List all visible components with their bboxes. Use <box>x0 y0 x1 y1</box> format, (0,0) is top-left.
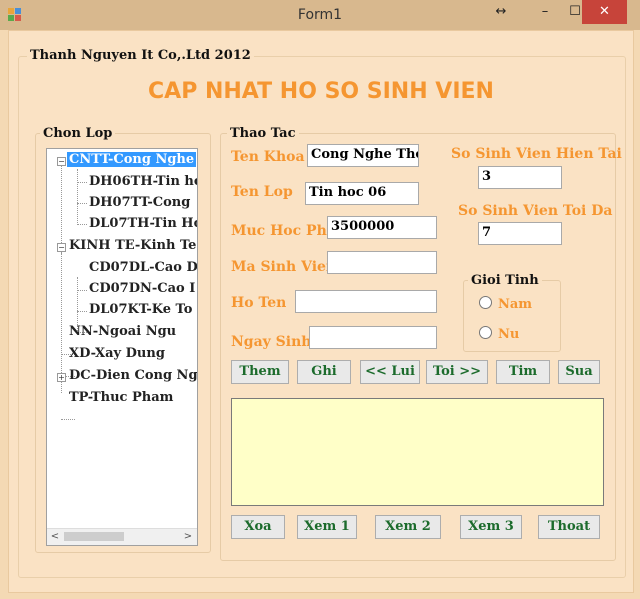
tree-node-cntt[interactable]: CNTT-Cong Nghe <box>67 152 197 167</box>
so-sinh-vien-hien-tai-label: So Sinh Vien Hien Tai <box>451 146 622 162</box>
ten-lop-label: Ten Lop <box>231 184 293 200</box>
ma-sinh-vien-field[interactable] <box>327 251 437 274</box>
toi-button[interactable]: Toi >> <box>426 360 488 384</box>
scroll-left-icon[interactable]: < <box>48 530 62 544</box>
resize-icon[interactable]: ↔ <box>486 0 516 24</box>
tree-node-dh06th[interactable]: DH06TH-Tin ho <box>89 174 197 189</box>
tree-node-dh07tt[interactable]: DH07TT-Cong <box>89 195 190 210</box>
so-sinh-vien-toi-da-field[interactable]: 7 <box>478 222 562 245</box>
so-sinh-vien-toi-da-label: So Sinh Vien Toi Da <box>458 203 613 219</box>
close-button[interactable]: ✕ <box>582 0 627 24</box>
nam-label: Nam <box>498 297 533 312</box>
tree-node-nn[interactable]: NN-Ngoai Ngu <box>69 324 176 339</box>
scroll-right-icon[interactable]: > <box>181 530 195 544</box>
minimize-button[interactable]: – <box>530 0 560 24</box>
company-label: Thanh Nguyen It Co,.Ltd 2012 <box>27 48 254 63</box>
collapse-icon[interactable]: − <box>57 243 66 252</box>
ho-ten-label: Ho Ten <box>231 295 287 311</box>
ho-ten-field[interactable] <box>295 290 437 313</box>
collapse-icon[interactable]: − <box>57 157 66 166</box>
application-window: Form1 ↔ – ☐ ✕ Thanh Nguyen It Co,.Ltd 20… <box>0 0 640 599</box>
xoa-button[interactable]: Xoa <box>231 515 285 539</box>
title-bar[interactable]: Form1 ↔ – ☐ ✕ <box>0 0 640 30</box>
tree-node-cd07dn[interactable]: CD07DN-Cao I <box>89 281 195 296</box>
them-button[interactable]: Them <box>231 360 289 384</box>
ma-sinh-vien-label: Ma Sinh Vien <box>231 259 337 275</box>
ten-khoa-field[interactable]: Cong Nghe Thoi <box>307 144 419 167</box>
gioi-tinh-title: Gioi Tinh <box>468 273 542 288</box>
radio-nam[interactable] <box>479 296 492 309</box>
nu-label: Nu <box>498 327 520 342</box>
form-client-area: Thanh Nguyen It Co,.Ltd 2012 CAP NHAT HO… <box>8 30 634 593</box>
chon-lop-title: Chon Lop <box>40 126 116 141</box>
xem-2-button[interactable]: Xem 2 <box>375 515 441 539</box>
ten-khoa-label: Ten Khoa <box>231 149 305 165</box>
so-sinh-vien-hien-tai-field[interactable]: 3 <box>478 166 562 189</box>
scroll-thumb[interactable] <box>64 532 124 541</box>
student-list-box[interactable] <box>231 398 604 506</box>
sua-button[interactable]: Sua <box>558 360 600 384</box>
xem-3-button[interactable]: Xem 3 <box>460 515 522 539</box>
tim-button[interactable]: Tim <box>496 360 550 384</box>
tree-node-xd[interactable]: XD-Xay Dung <box>69 346 165 361</box>
muc-hoc-phi-label: Muc Hoc Phi <box>231 223 333 239</box>
thao-tac-title: Thao Tac <box>227 126 299 141</box>
gioi-tinh-nam-option[interactable]: Nam <box>479 296 532 312</box>
tree-node-kinh-te[interactable]: KINH TE-Kinh Te <box>69 238 196 253</box>
page-heading: CAP NHAT HO SO SINH VIEN <box>148 79 494 104</box>
thoat-button[interactable]: Thoat <box>538 515 600 539</box>
tree-node-dl07th[interactable]: DL07TH-Tin Ho <box>89 216 197 231</box>
tree-horizontal-scrollbar[interactable]: < > <box>47 528 197 545</box>
ngay-sinh-label: Ngay Sinh <box>231 334 312 350</box>
muc-hoc-phi-field[interactable]: 3500000 <box>327 216 437 239</box>
tree-node-dc[interactable]: DC-Dien Cong Ng <box>69 368 197 383</box>
radio-nu[interactable] <box>479 326 492 339</box>
gioi-tinh-nu-option[interactable]: Nu <box>479 326 519 342</box>
expand-icon[interactable]: + <box>57 373 66 382</box>
tree-node-dl07kt[interactable]: DL07KT-Ke To <box>89 302 192 317</box>
ghi-button[interactable]: Ghi <box>297 360 351 384</box>
tree-node-cd07dl[interactable]: CD07DL-Cao D <box>89 260 197 275</box>
xem-1-button[interactable]: Xem 1 <box>297 515 357 539</box>
lui-button[interactable]: << Lui <box>360 360 420 384</box>
ten-lop-field[interactable]: Tin hoc 06 <box>305 182 419 205</box>
class-tree-view[interactable]: − CNTT-Cong Nghe DH06TH-Tin ho DH07TT-Co… <box>46 148 198 546</box>
ngay-sinh-field[interactable] <box>309 326 437 349</box>
tree-node-tp[interactable]: TP-Thuc Pham <box>69 390 173 405</box>
